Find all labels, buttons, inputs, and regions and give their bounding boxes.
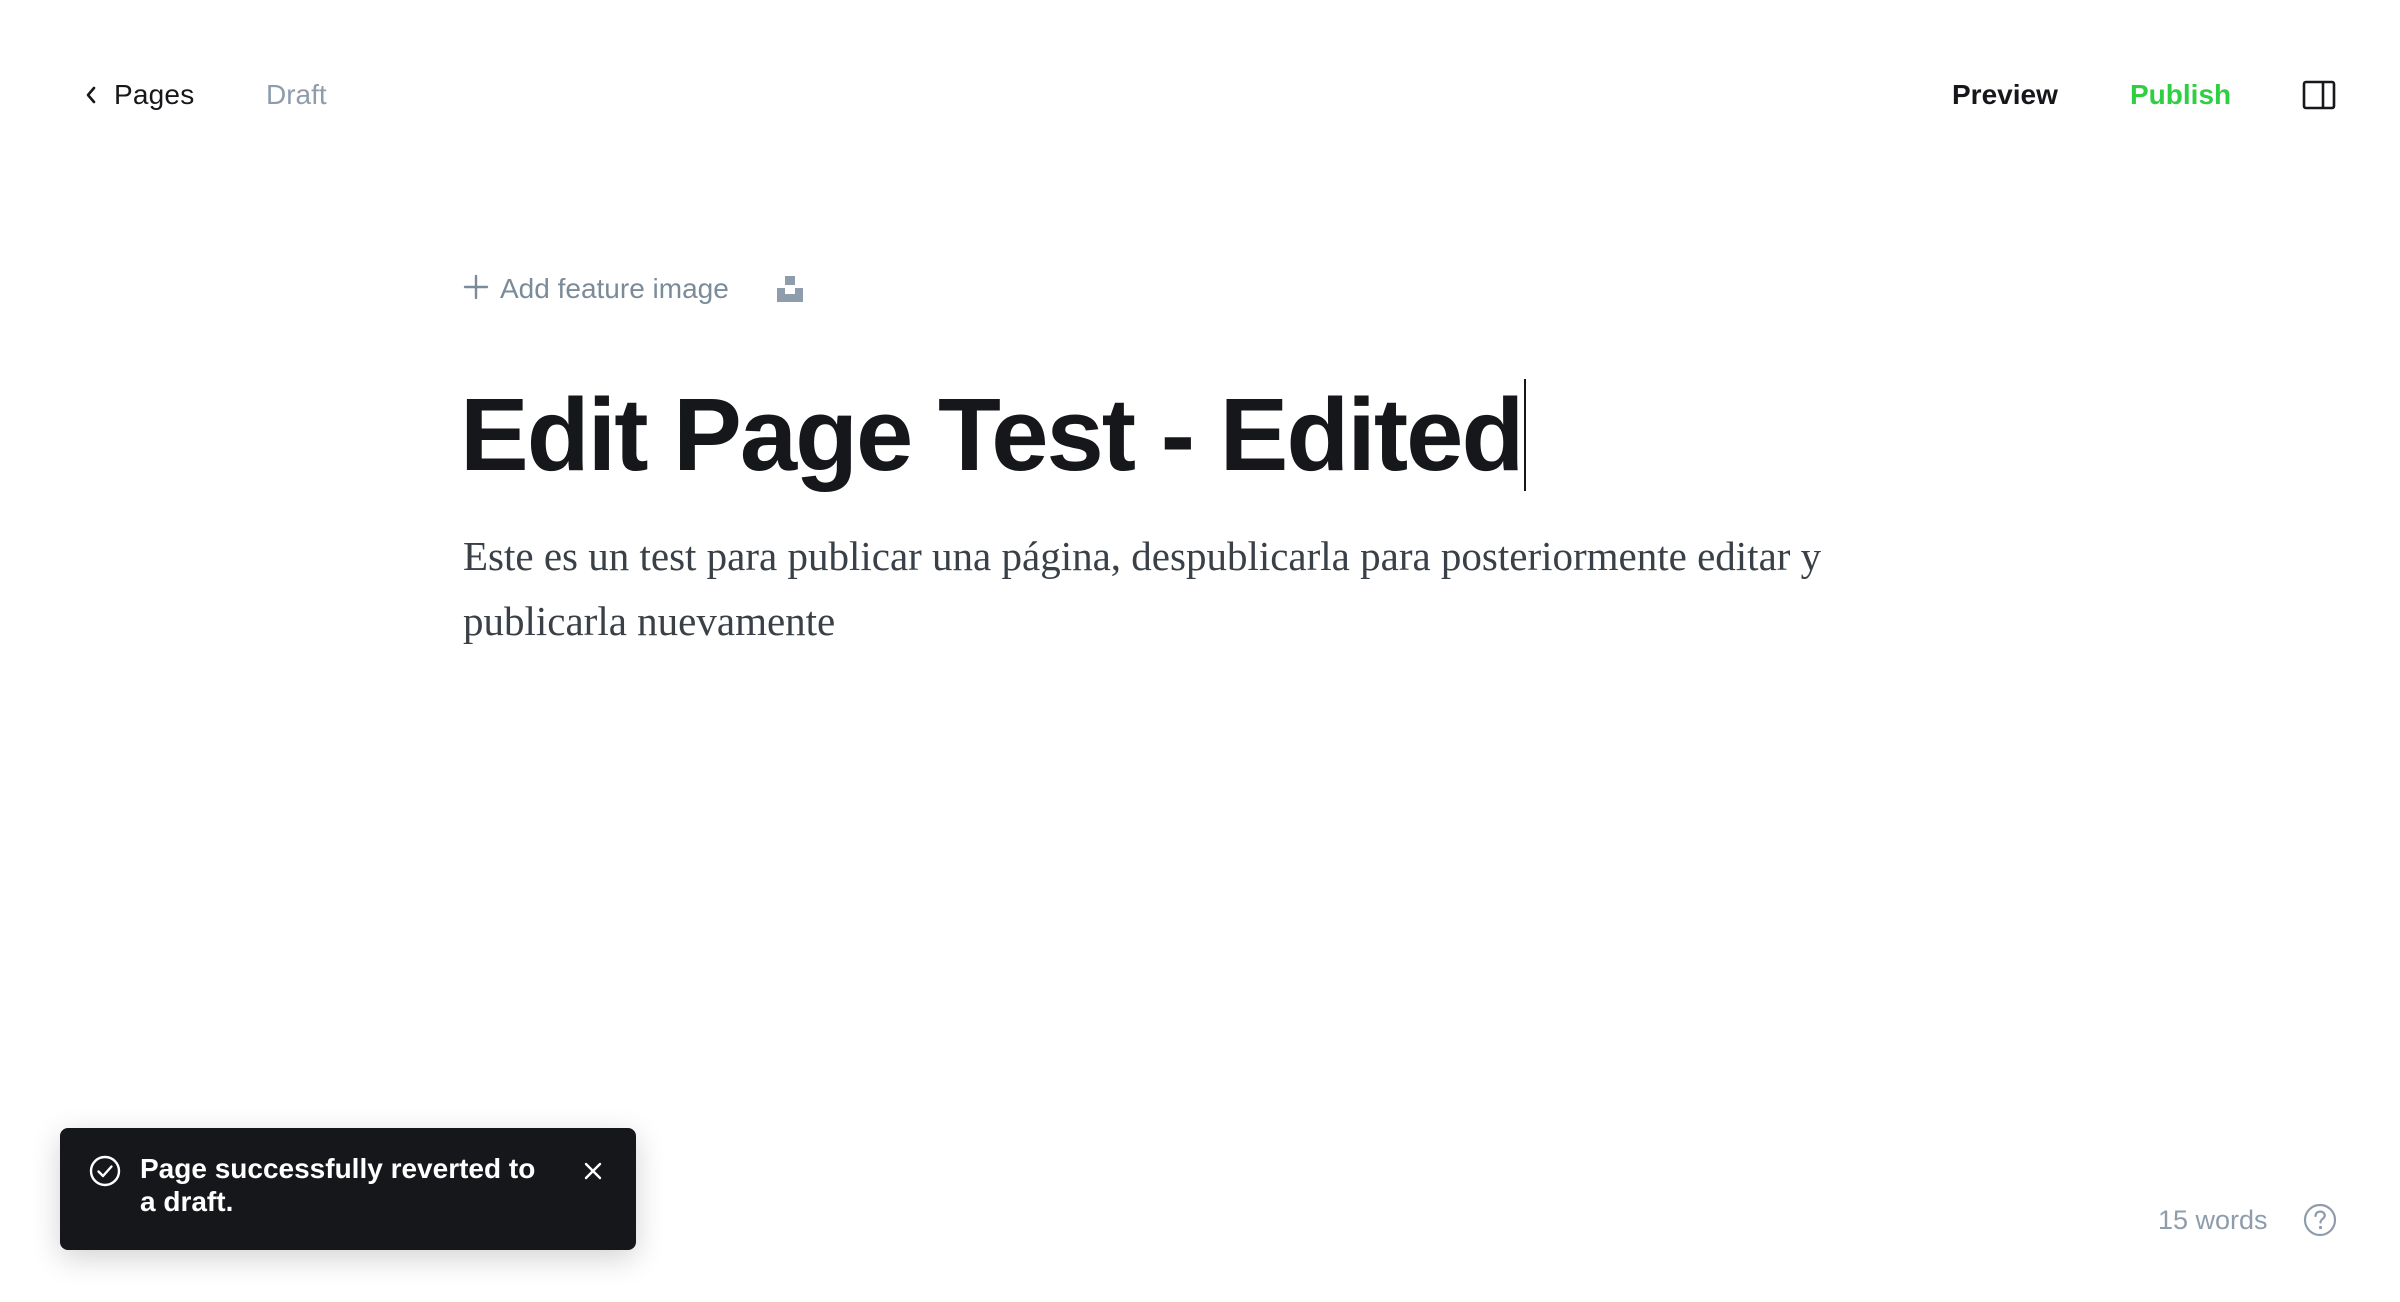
toast-close-button[interactable] [578,1156,608,1186]
word-count: 15 words [2158,1204,2268,1235]
page-body-editor[interactable]: Este es un test para publicar una página… [463,524,1983,654]
back-link-label: Pages [114,79,195,110]
question-circle-icon [2303,1203,2337,1237]
chevron-left-icon [84,84,98,106]
feature-image-row: Add feature image [462,268,805,310]
notification-toast: Page successfully reverted to a draft. [60,1128,636,1250]
back-to-pages-link[interactable]: Pages [84,72,194,118]
check-circle-icon [89,1155,121,1187]
plus-icon [462,273,490,306]
post-status: Draft [266,79,327,110]
add-feature-image-label: Add feature image [500,273,729,304]
sidebar-toggle-button[interactable] [2300,76,2338,114]
text-cursor [1524,379,1527,491]
preview-button[interactable]: Preview [1952,72,2058,118]
publish-button[interactable]: Publish [2130,72,2231,118]
unsplash-button[interactable] [775,274,805,304]
toast-message: Page successfully reverted to a draft. [140,1153,536,1217]
unsplash-icon [776,276,803,302]
body-paragraph: Este es un test para publicar una página… [463,533,1822,644]
page-title-text: Edit Page Test - Edited [460,377,1524,492]
help-button[interactable] [2302,1202,2338,1238]
close-icon [584,1162,602,1180]
sidebar-panel-icon [2302,80,2336,110]
add-feature-image-button[interactable]: Add feature image [462,273,729,306]
editor-header: Pages Draft Preview Publish [0,0,2400,190]
page-title-input[interactable]: Edit Page Test - Edited [460,372,1527,498]
